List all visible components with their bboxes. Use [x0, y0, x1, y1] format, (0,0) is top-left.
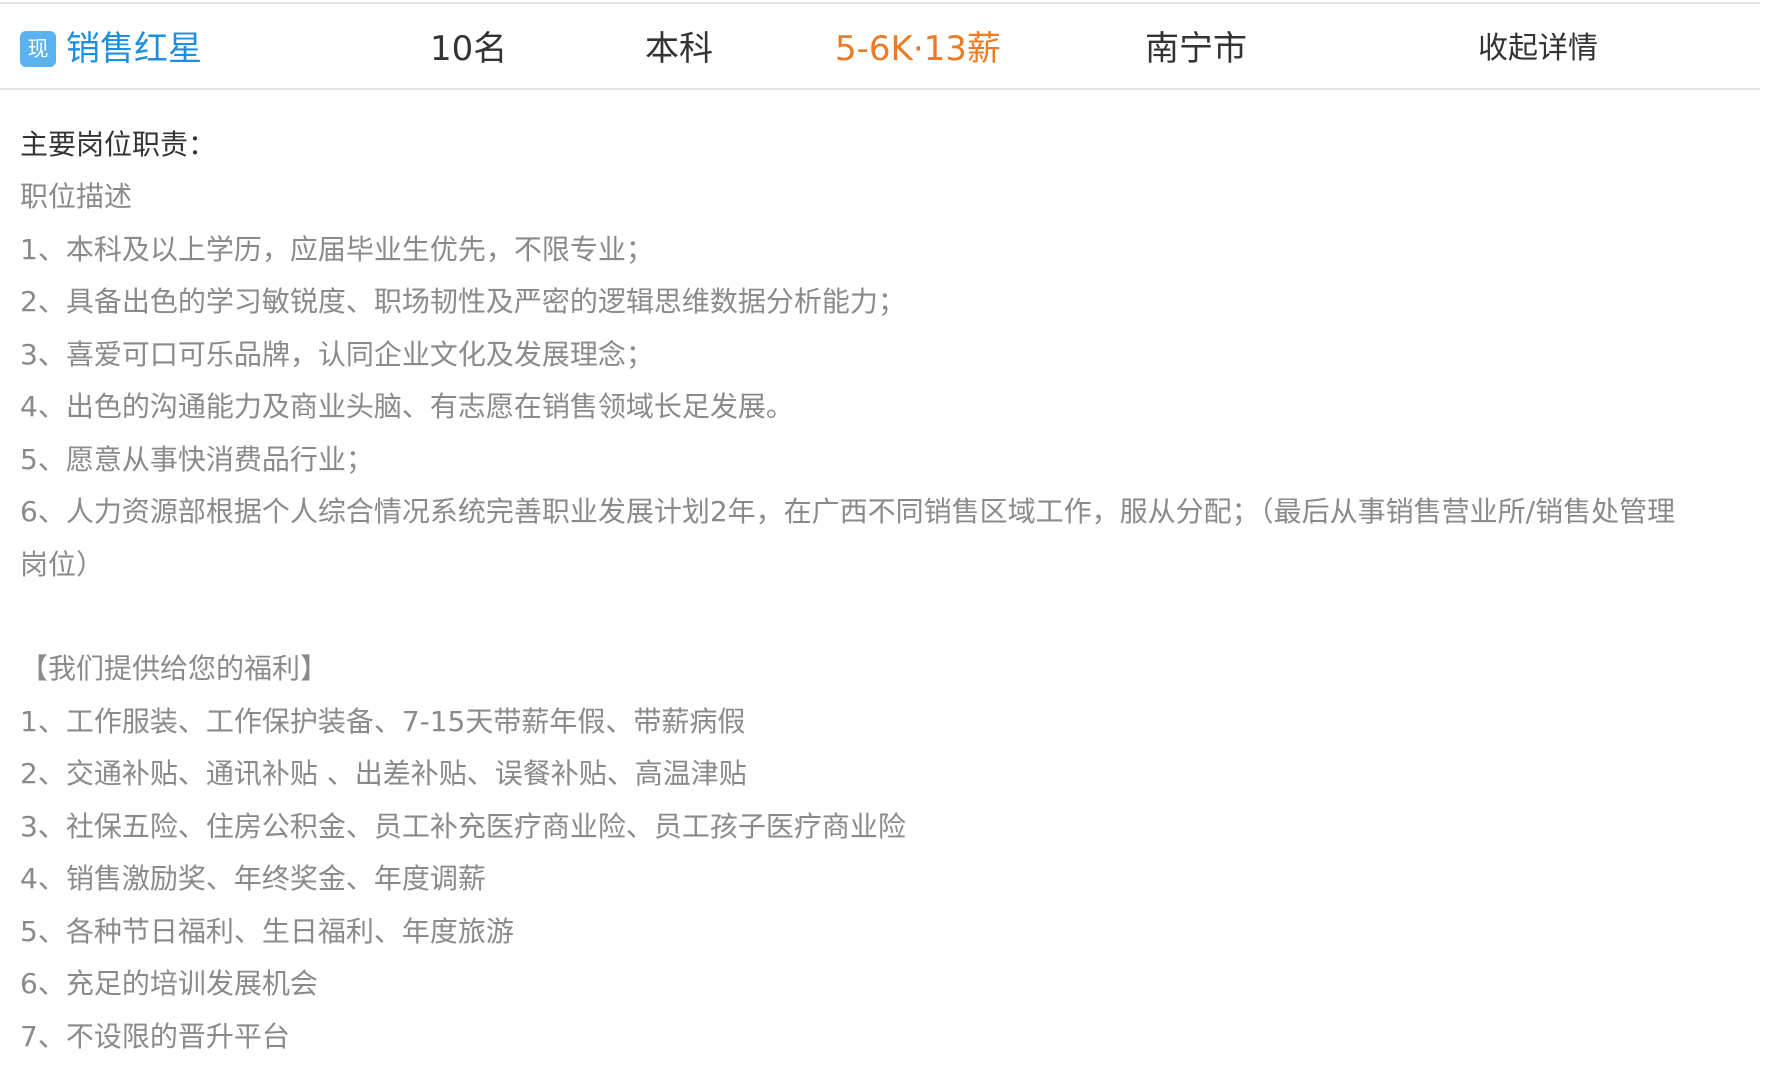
- responsibilities-heading: 主要岗位职责：: [20, 128, 217, 161]
- benefit-item: 6、充足的培训发展机会: [20, 967, 318, 1000]
- benefit-item: 7、不设限的晋升平台: [20, 1019, 290, 1053]
- job-summary-row: 现 销售红星 10名 本科 5-6K·13薪 南宁市 收起详情: [0, 4, 1760, 90]
- salary: 5-6K·13薪: [835, 29, 1001, 69]
- benefit-item: 5、各种节日福利、生日福利、年度旅游: [20, 914, 514, 948]
- collapse-details-button[interactable]: 收起详情: [1478, 28, 1598, 70]
- current-badge: 现: [20, 31, 56, 67]
- benefit-item: 3、社保五险、住房公积金、员工补充医疗商业险、员工孩子医疗商业险: [20, 809, 906, 843]
- benefit-item: 4、销售激励奖、年终奖金、年度调薪: [20, 862, 486, 895]
- job-details: 主要岗位职责： 职位描述 1、本科及以上学历，应届毕业生优先，不限专业； 2、具…: [20, 119, 1740, 1063]
- duty-item: 6、人力资源部根据个人综合情况系统完善职业发展计划2年，在广西不同销售区域工作，…: [20, 495, 1676, 528]
- duty-item: 3、喜爱可口可乐品牌，认同企业文化及发展理念；: [20, 337, 654, 371]
- duty-item: 2、具备出色的学习敏锐度、职场韧性及严密的逻辑思维数据分析能力；: [20, 285, 906, 318]
- benefit-item: 1、工作服装、工作保护装备、7-15天带薪年假、带薪病假: [20, 704, 746, 738]
- duty-item: 1、本科及以上学历，应届毕业生优先，不限专业；: [20, 232, 654, 266]
- duty-item-continuation: 岗位）: [20, 547, 105, 581]
- description-title: 职位描述: [20, 180, 133, 213]
- work-city: 南宁市: [1145, 29, 1247, 69]
- benefit-item: 2、交通补贴、通讯补贴 、出差补贴、误餐补贴、高温津贴: [20, 757, 747, 790]
- education-requirement: 本科: [645, 29, 713, 69]
- headcount: 10名: [430, 29, 508, 69]
- job-title-link[interactable]: 销售红星: [66, 27, 202, 71]
- benefits-title: 【我们提供给您的福利】: [20, 652, 329, 685]
- duty-item: 5、愿意从事快消费品行业；: [20, 442, 374, 476]
- duty-item: 4、出色的沟通能力及商业头脑、有志愿在销售领域长足发展。: [20, 390, 794, 423]
